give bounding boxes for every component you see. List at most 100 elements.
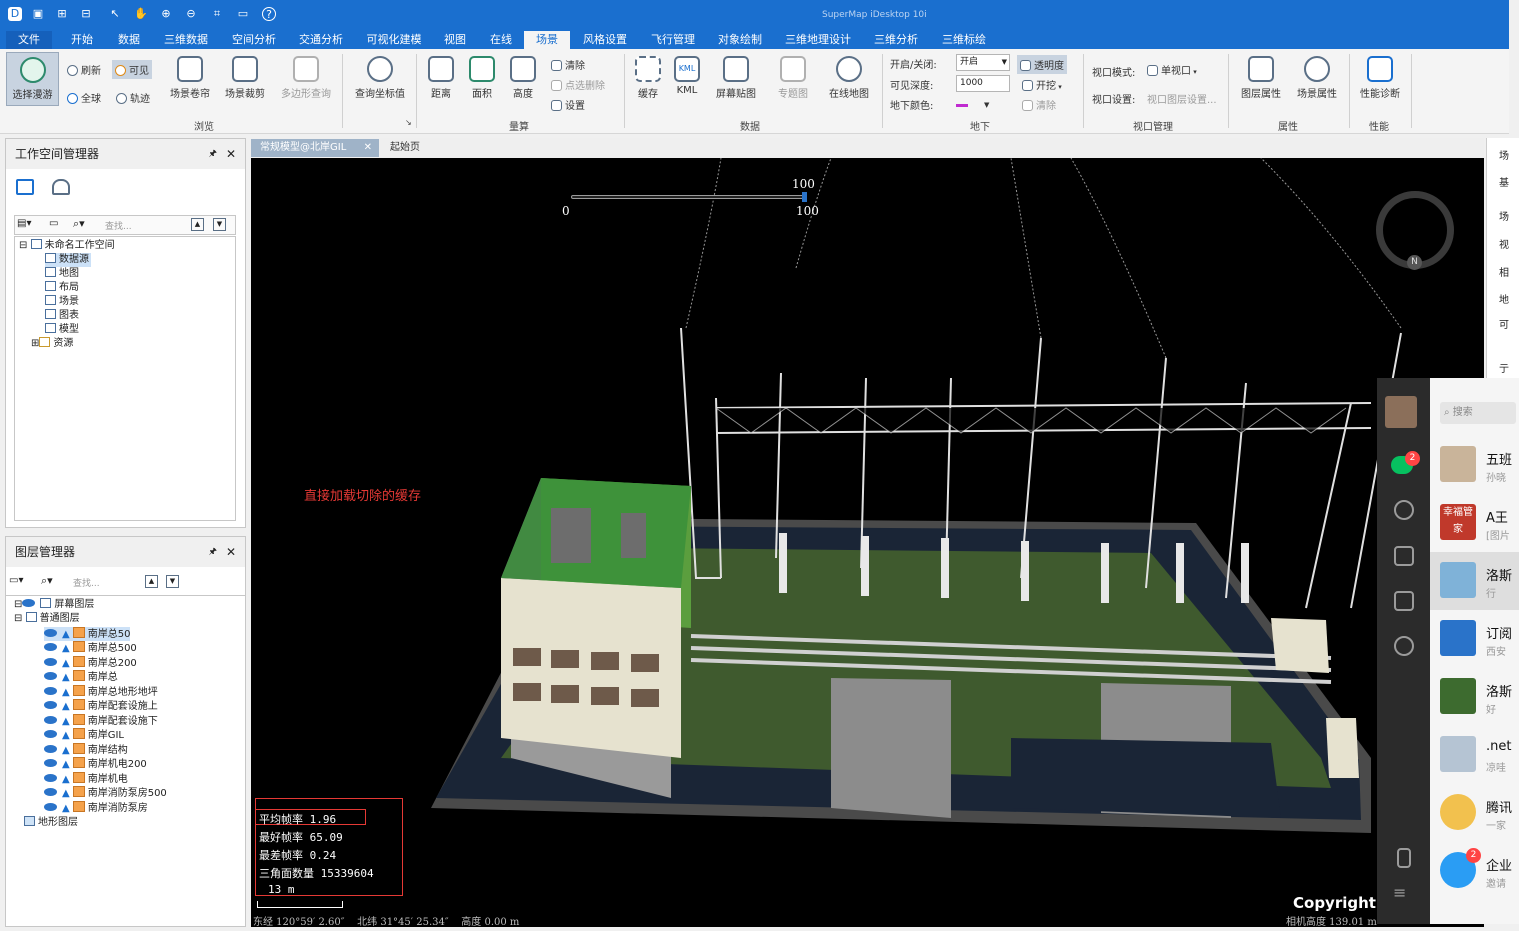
layer-search-input[interactable]: 查找...	[73, 576, 100, 589]
chat-item[interactable]: 2 企业 邀请	[1430, 842, 1519, 900]
tree-maps[interactable]: 地图	[45, 267, 79, 281]
layer-item[interactable]: ▲ 南岸消防泵房500	[44, 786, 167, 800]
select-icon[interactable]: ▲	[62, 716, 70, 727]
transparency-button[interactable]: 透明度	[1017, 55, 1067, 74]
tree-layouts[interactable]: 布局	[45, 281, 79, 295]
scene-roller-button[interactable]: 场景卷帘	[166, 56, 214, 100]
eye-icon[interactable]	[44, 643, 57, 651]
zoom-out-icon[interactable]: ⊖	[184, 7, 198, 21]
eye-icon[interactable]	[44, 774, 57, 782]
menu-file[interactable]: 文件	[6, 31, 52, 49]
full-extent-icon[interactable]: ⌗	[210, 7, 224, 21]
underground-toggle-select[interactable]: 开启 ▼	[956, 54, 1010, 71]
visible-depth-input[interactable]: 1000	[956, 75, 1010, 92]
chat-search-input[interactable]: ⌕ 搜索	[1440, 402, 1516, 424]
cube-icon[interactable]	[1394, 546, 1414, 566]
visible-button[interactable]: 可见	[112, 60, 152, 79]
eye-icon[interactable]	[44, 803, 57, 811]
layer-item[interactable]: ▲ 南岸总	[44, 670, 118, 684]
select-icon[interactable]: ▲	[62, 658, 70, 669]
zoom-in-icon[interactable]: ⊕	[159, 7, 173, 21]
select-icon[interactable]: ▲	[62, 788, 70, 799]
layer-item[interactable]: ▲ 南岸总200	[44, 656, 137, 670]
phone-icon[interactable]	[1397, 848, 1411, 868]
layer-item[interactable]: ▲ 南岸消防泵房	[44, 801, 148, 815]
eye-icon[interactable]	[44, 658, 57, 666]
track-button[interactable]: 轨迹	[116, 90, 150, 105]
select-icon[interactable]: ▲	[62, 672, 70, 683]
dialog-launcher-icon[interactable]: ↘	[405, 118, 412, 127]
layer-item[interactable]: ▲ 南岸GIL	[44, 728, 124, 742]
chat-item[interactable]: 订阅 西安	[1430, 610, 1519, 668]
viewport-layer-settings-button[interactable]: 视口图层设置...	[1147, 91, 1217, 106]
new-icon[interactable]: ▭	[49, 218, 58, 229]
layer-terrain[interactable]: 地形图层	[24, 816, 78, 830]
search-icon[interactable]: ⌕▾	[73, 217, 85, 231]
select-icon[interactable]: ▲	[62, 774, 70, 785]
chat-item[interactable]: 五班 孙晓	[1430, 436, 1519, 494]
select-icon[interactable]: ▲	[62, 730, 70, 741]
eye-icon[interactable]	[44, 687, 57, 695]
datasource-tab-icon[interactable]	[52, 179, 70, 195]
tree-charts[interactable]: 图表	[45, 309, 79, 323]
globe-button[interactable]: 全球	[67, 90, 101, 105]
select-icon[interactable]: ▲	[62, 803, 70, 814]
excavate-button[interactable]: 开挖 ▾	[1022, 77, 1062, 92]
tree-datasource[interactable]: 数据源	[45, 253, 91, 267]
menu-draw[interactable]: 对象绘制	[712, 31, 768, 49]
menu-3d-design[interactable]: 三维地理设计	[780, 31, 856, 49]
distance-button[interactable]: 距离	[424, 56, 458, 100]
chat-item[interactable]: 腾讯 一家	[1430, 784, 1519, 842]
slider-thumb[interactable]	[802, 192, 807, 202]
layer-item[interactable]: ▲ 南岸总500	[44, 641, 137, 655]
eye-icon[interactable]	[44, 788, 57, 796]
avatar[interactable]	[1385, 396, 1417, 428]
layer-item[interactable]: ▲ 南岸总地形地坪	[44, 685, 158, 699]
add-layer-icon[interactable]: ▭▾	[9, 575, 23, 586]
close-icon[interactable]: ✕	[364, 139, 372, 157]
open-folder-icon[interactable]: ▭	[236, 7, 250, 21]
select-icon[interactable]: ▲	[62, 759, 70, 770]
select-icon[interactable]: ▲	[62, 745, 70, 756]
tree-scenes[interactable]: 场景	[45, 295, 79, 309]
chat-item[interactable]: .net 凉哇	[1430, 726, 1519, 784]
close-icon[interactable]: ✕	[226, 139, 236, 169]
menu-scene[interactable]: 场景	[524, 31, 570, 49]
eye-icon[interactable]	[44, 701, 57, 709]
menu-style[interactable]: 风格设置	[577, 31, 633, 49]
menu-traffic-analysis[interactable]: 交通分析	[293, 31, 349, 49]
move-up-icon[interactable]: ▲	[145, 575, 158, 588]
help-icon[interactable]: ?	[262, 7, 276, 21]
layer-item[interactable]: ▲ 南岸机电	[44, 772, 128, 786]
thematic-map-button[interactable]: 专题图	[773, 56, 813, 100]
move-down-icon[interactable]: ▼	[166, 575, 179, 588]
layer-screen[interactable]: ⊟ 屏幕图层	[14, 598, 94, 612]
scene-properties-button[interactable]: 场景属性	[1292, 56, 1342, 100]
eye-icon[interactable]	[44, 629, 57, 637]
tab-start-page[interactable]: 起始页	[381, 139, 431, 157]
pin-icon[interactable]: 🖈	[209, 537, 217, 567]
eye-icon[interactable]	[44, 716, 57, 724]
close-icon[interactable]: ✕	[226, 537, 236, 567]
menu-icon[interactable]: ≡	[1393, 883, 1406, 902]
menu-3d-data[interactable]: 三维数据	[158, 31, 214, 49]
cache-button[interactable]: 缓存	[631, 56, 665, 100]
eye-icon[interactable]	[44, 672, 57, 680]
refresh-button[interactable]: 刷新	[67, 62, 101, 77]
settings-icon[interactable]	[1394, 636, 1414, 656]
menu-flight[interactable]: 飞行管理	[645, 31, 701, 49]
select-icon[interactable]: ▲	[62, 643, 70, 654]
select-icon[interactable]: ▲	[62, 701, 70, 712]
menu-visual-modeling[interactable]: 可视化建模	[361, 31, 427, 49]
pointer-icon[interactable]: ↖	[108, 7, 122, 21]
menu-data[interactable]: 数据	[112, 31, 146, 49]
measure-settings-button[interactable]: 设置	[551, 97, 585, 112]
eye-icon[interactable]	[44, 745, 57, 753]
chat-item[interactable]: 洛斯行	[1430, 552, 1519, 610]
layer-normal-group[interactable]: ⊟ 普通图层	[14, 612, 80, 626]
layer-item[interactable]: ▲ 南岸配套设施上	[44, 699, 158, 713]
chat-item[interactable]: 幸福管家 A王 [图片	[1430, 494, 1519, 552]
viewport-mode-select[interactable]: 单视口 ▾	[1147, 62, 1197, 77]
pin-icon[interactable]: 🖈	[209, 139, 217, 169]
menu-start[interactable]: 开始	[64, 31, 100, 49]
